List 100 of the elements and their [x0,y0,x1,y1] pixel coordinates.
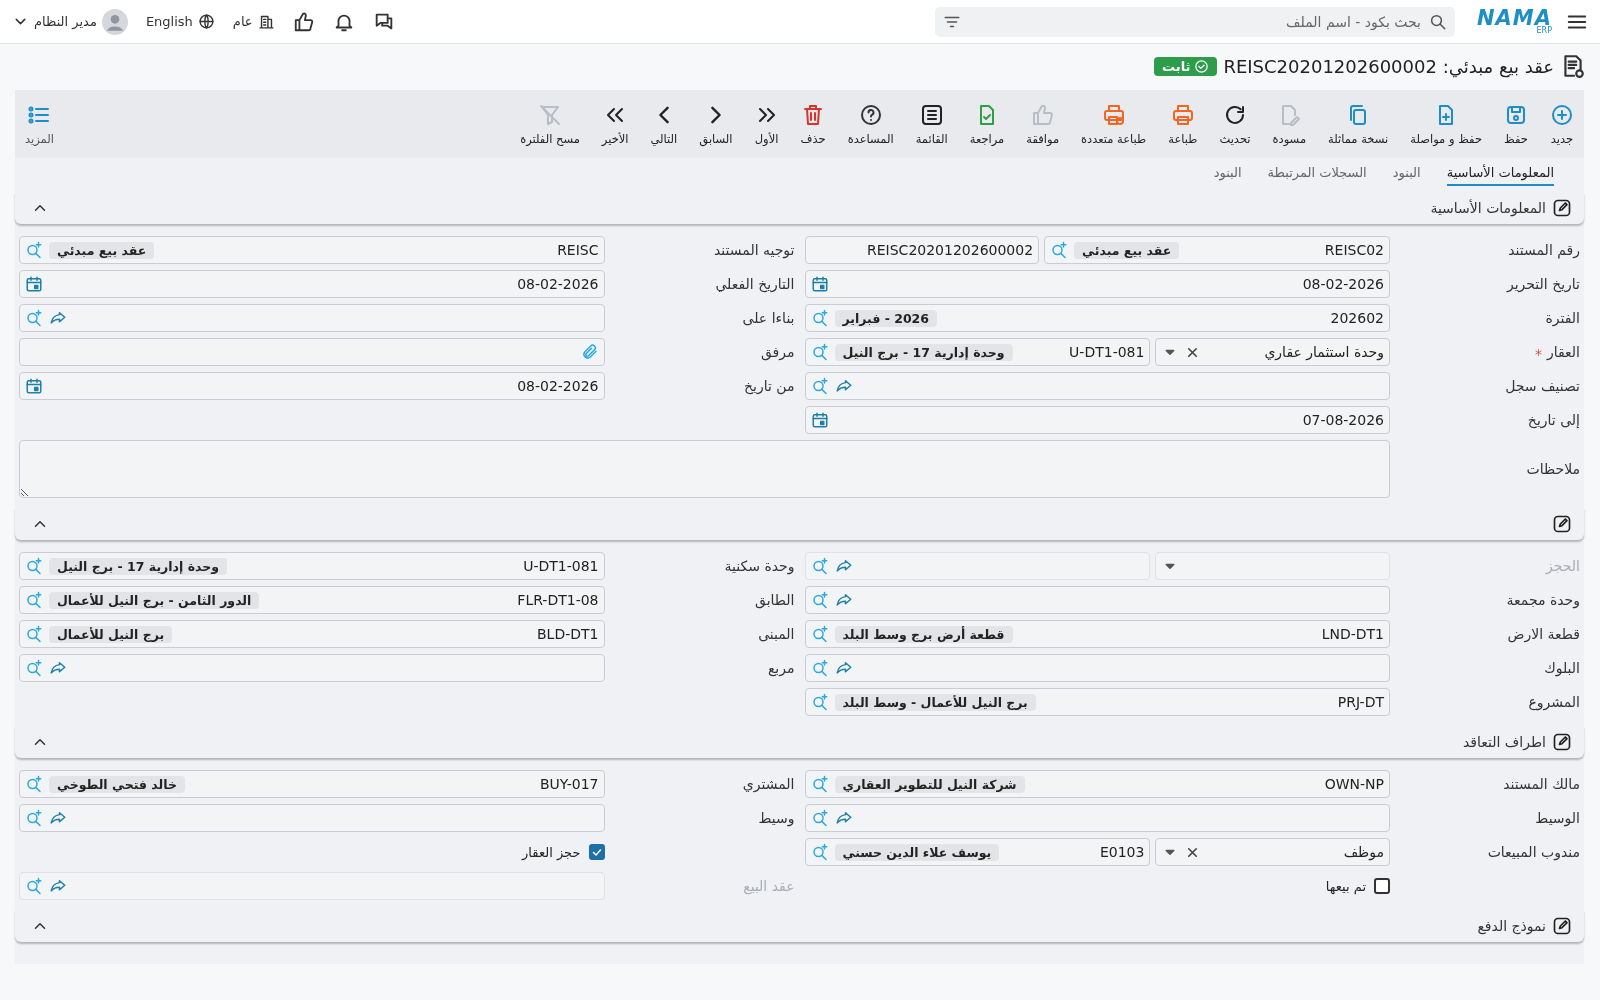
search-plus-icon[interactable] [810,843,829,861]
section-header[interactable]: المعلومات الأساسية [15,192,1584,224]
search-plus-icon[interactable] [810,625,829,643]
forward-arrow-icon[interactable] [834,809,853,827]
search-plus-icon[interactable] [810,377,829,395]
calendar-icon[interactable] [810,275,829,293]
calendar-icon[interactable] [25,275,43,293]
date-field[interactable]: 07-08-2026 [804,406,1390,434]
search-plus-icon[interactable] [810,591,829,609]
plus-circle-icon [1550,102,1574,127]
search-plus-icon[interactable] [810,557,829,575]
search-plus-icon[interactable] [1050,241,1069,259]
more-button[interactable]: المزيد [25,102,54,146]
copy-button[interactable]: نسخة مماثلة [1328,102,1389,146]
lookup-field[interactable] [19,872,605,900]
edit-icon[interactable] [1552,732,1572,752]
forward-arrow-icon[interactable] [49,659,67,677]
select-field[interactable]: وحدة استثمار عقاري [1155,338,1390,366]
search-plus-icon[interactable] [25,877,43,895]
list-button[interactable]: القائمة [915,102,948,146]
tab[interactable]: المعلومات الأساسية [1446,164,1554,186]
page-title: عقد بيع مبدئي: REISC20201202600002 [1223,55,1554,77]
notes-field[interactable] [19,440,1390,498]
search-plus-icon[interactable] [810,309,829,327]
search-plus-icon[interactable] [25,241,43,259]
lookup-field[interactable] [19,654,605,682]
search-plus-icon[interactable] [810,809,829,827]
help-button[interactable]: المساعدة [847,102,894,146]
branch-button[interactable]: عام [232,13,275,30]
edit-icon[interactable] [1552,198,1572,218]
thumbs-up-icon[interactable] [292,10,315,33]
logo[interactable]: NAMA ERP [1477,8,1552,35]
forward-arrow-icon[interactable] [49,809,67,827]
language-button[interactable]: English [145,13,215,30]
search-plus-icon[interactable] [810,343,829,361]
date-field[interactable]: 08-02-2026 [19,270,605,298]
refresh-button[interactable]: تحديث [1219,102,1251,146]
new-button[interactable]: جديد [1550,102,1574,146]
edit-icon[interactable] [1552,514,1572,534]
select-field[interactable]: موظف [1155,838,1390,866]
document-number-field[interactable]: REISC20201202600002 [804,236,1040,264]
forward-arrow-icon[interactable] [834,591,853,609]
field-value: PRJ-DT [1337,694,1384,710]
lookup-field[interactable] [804,654,1390,682]
field-label: الطابق [754,592,795,608]
lookup-field[interactable] [19,304,605,332]
search-plus-icon[interactable] [25,591,43,609]
paperclip-icon[interactable] [580,343,599,361]
search-plus-icon[interactable] [810,659,829,677]
first-button[interactable]: الأول [754,102,779,146]
lookup-field[interactable] [804,586,1390,614]
edit-icon[interactable] [1552,916,1572,936]
field-label: تصنيف سجل [1504,378,1580,394]
list-icon [919,102,944,127]
forward-arrow-icon[interactable] [49,309,67,327]
search-plus-icon[interactable] [810,693,829,711]
section-header[interactable]: نموذج الدفع [15,910,1584,942]
section-header[interactable]: اطراف التعاقد [15,726,1584,758]
search-plus-icon[interactable] [25,557,43,575]
last-button[interactable]: الأخير [601,102,629,146]
delete-button[interactable]: حذف [800,102,826,146]
name-tag: الدور الثامن - برج النيل للأعمال [49,591,260,609]
user-menu[interactable]: مدير النظام [12,8,128,35]
select-field[interactable] [1155,552,1390,580]
lookup-field[interactable] [804,804,1390,832]
section-title: المعلومات الأساسية [1430,200,1546,216]
forward-arrow-icon[interactable] [834,659,853,677]
name-tag: 2026 - فبراير [834,309,937,327]
checkbox[interactable] [588,844,605,860]
tab[interactable]: البنود [1392,164,1421,186]
print-multi-button[interactable]: طباعة متعددة [1081,102,1147,146]
lookup-field[interactable] [19,804,605,832]
checkbox[interactable] [1374,878,1390,894]
search-plus-icon[interactable] [25,809,43,827]
search-plus-icon[interactable] [810,775,829,793]
review-button[interactable]: مراجعة [969,102,1005,146]
next-button[interactable]: التالي [650,102,678,146]
search-field[interactable]: بحث بكود - اسم الملف [935,6,1455,37]
lookup-field[interactable] [804,552,1151,580]
field-label: وسيط [757,810,795,826]
save-button[interactable]: حفظ [1504,102,1528,146]
field-label: مندوب المبيعات [1486,844,1580,860]
date-field[interactable]: 08-02-2026 [804,270,1390,298]
search-plus-icon[interactable] [25,775,43,793]
date-field[interactable]: 08-02-2026 [19,372,605,400]
calendar-icon[interactable] [25,377,43,395]
tab[interactable]: السجلات المرتبطة [1267,164,1367,186]
previous-button[interactable]: السابق [699,102,733,146]
save-continue-button[interactable]: حفظ و مواصلة [1410,102,1482,146]
search-plus-icon[interactable] [25,309,43,327]
forward-arrow-icon[interactable] [834,377,853,395]
print-button[interactable]: طباعة [1168,102,1198,146]
attachment-field[interactable] [19,338,605,366]
field-label: رقم المستند [1507,242,1580,258]
search-plus-icon[interactable] [25,659,43,677]
search-plus-icon[interactable] [25,625,43,643]
field-label: العقار [1400,344,1580,360]
calendar-icon[interactable] [810,411,829,429]
lookup-field[interactable] [804,372,1390,400]
tab[interactable]: البنود [1213,164,1242,186]
